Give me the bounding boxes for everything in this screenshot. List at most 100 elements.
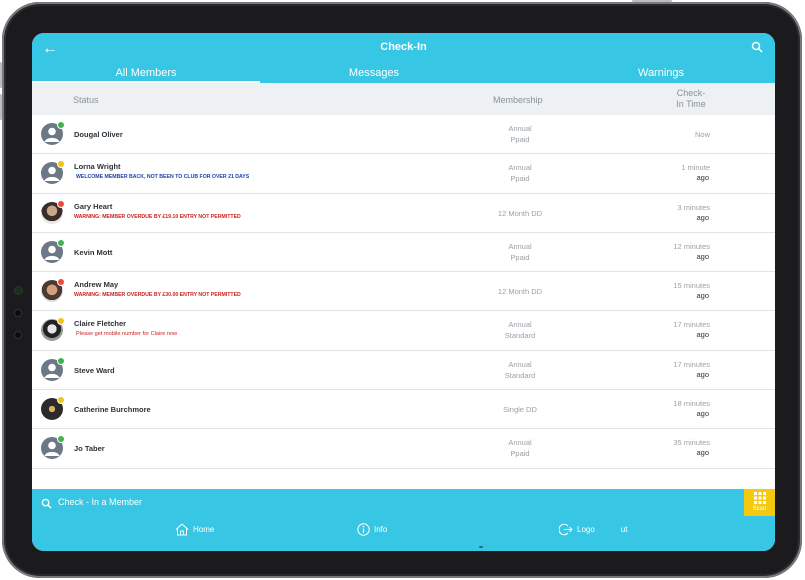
volume-button xyxy=(0,94,2,120)
membership-line1: Annual xyxy=(508,163,532,173)
membership-line2: Ppaid xyxy=(510,252,530,262)
avatar-photo xyxy=(41,396,65,421)
member-row[interactable]: Andrew May WARNING: MEMBER OVERDUE BY £30… xyxy=(32,272,775,312)
checkin-time: 17 minutes ago xyxy=(640,360,710,380)
checkin-time-value: 18 minutes xyxy=(673,399,710,409)
status-dot-pending xyxy=(57,160,65,169)
nav-logout-label-tail: ut xyxy=(620,525,628,534)
checkin-time-value: 15 minutes xyxy=(673,281,710,291)
member-warning-note: WARNING: MEMBER OVERDUE BY £19.10 ENTRY … xyxy=(74,213,241,220)
column-checkin-time-line2: In Time xyxy=(676,99,706,109)
status-dot-pending xyxy=(57,317,65,326)
member-name: Steve Ward xyxy=(74,365,115,375)
avatar-photo xyxy=(41,199,65,224)
home-indicator xyxy=(479,546,483,548)
checkin-time-value: 12 minutes xyxy=(673,241,710,251)
member-row[interactable]: Lorna Wright WELCOME MEMBER BACK, NOT BEE… xyxy=(32,154,775,194)
member-name: Andrew May xyxy=(74,280,119,290)
sensor-icon xyxy=(15,332,21,338)
nav-info[interactable]: Info xyxy=(357,523,387,536)
membership-line1: Single DD xyxy=(503,405,537,415)
member-row[interactable]: Claire Fletcher Please get mobile number … xyxy=(32,311,775,351)
member-row[interactable]: Steve Ward Annual Standard 17 minutes ago xyxy=(32,350,775,391)
membership-line2: Standard xyxy=(504,370,536,380)
member-name: Gary Heart xyxy=(74,201,113,211)
checkin-time: 35 minutes ago xyxy=(640,438,710,458)
status-dot-pending xyxy=(57,396,65,405)
avatar-default-icon xyxy=(41,121,65,145)
status-dot-alert xyxy=(57,278,65,287)
membership-type: Annual Standard xyxy=(472,319,568,341)
volume-button xyxy=(0,62,2,88)
membership-line2: Ppaid xyxy=(510,174,530,184)
checkin-time-value: 35 minutes xyxy=(673,438,710,448)
bottom-nav: Home Info Logo ut xyxy=(32,516,775,551)
member-info-note: WELCOME MEMBER BACK, NOT BEEN TO CLUB FO… xyxy=(76,174,250,181)
membership-line2: Standard xyxy=(504,331,536,341)
avatar-photo xyxy=(41,278,65,303)
status-dot-online xyxy=(57,121,65,129)
member-row[interactable]: Gary Heart WARNING: MEMBER OVERDUE BY £19… xyxy=(32,193,775,233)
avatar-default-icon xyxy=(41,160,65,185)
nav-info-label: Info xyxy=(374,525,388,534)
logout-icon xyxy=(559,523,573,536)
member-warning-note: Please get mobile number for Claire now xyxy=(76,331,178,338)
membership-type: Annual Ppaid xyxy=(472,123,568,145)
search-bar[interactable]: Check - In a Member Scan xyxy=(32,489,775,516)
checkin-time-value: Now xyxy=(694,130,710,139)
page-title: Check-In xyxy=(380,41,427,53)
nav-home[interactable]: Home xyxy=(175,523,214,536)
avatar-default-icon xyxy=(41,238,65,263)
member-row[interactable]: Kevin Mott Annual Ppaid 12 minutes ago xyxy=(32,232,775,273)
membership-type: 12 Month DD xyxy=(472,208,568,219)
membership-type: Single DD xyxy=(472,404,568,415)
checkin-time-suffix: ago xyxy=(696,291,709,301)
checkin-time: 15 minutes ago xyxy=(640,281,710,301)
search-icon[interactable] xyxy=(751,40,763,58)
avatar-default-icon xyxy=(41,356,65,381)
tab-warnings[interactable]: Warnings xyxy=(547,67,775,83)
search-input[interactable]: Check - In a Member xyxy=(58,497,142,507)
membership-line1: Annual xyxy=(508,438,532,448)
status-dot-online xyxy=(57,435,65,444)
member-name: Catherine Burchmore xyxy=(74,405,151,415)
checkin-time-value: 3 minutes xyxy=(677,202,710,212)
column-status: Status xyxy=(73,95,99,105)
checkin-time-suffix: ago xyxy=(696,448,709,458)
search-icon xyxy=(41,496,52,514)
nav-home-label: Home xyxy=(193,525,215,534)
checkin-time: 12 minutes ago xyxy=(640,242,710,262)
member-name: Lorna Wright xyxy=(74,162,121,172)
checkin-time-suffix: ago xyxy=(696,212,709,222)
status-dot-alert xyxy=(57,199,65,208)
member-row[interactable]: Catherine Burchmore Single DD 18 minutes ag… xyxy=(32,390,775,430)
avatar-default-icon xyxy=(41,435,65,460)
member-warning-note: WARNING: MEMBER OVERDUE BY £30.00 ENTRY … xyxy=(74,292,241,299)
membership-line2: Ppaid xyxy=(510,449,530,459)
nav-logout-label: Logo xyxy=(577,525,595,534)
camera-icon xyxy=(15,287,22,294)
member-row[interactable]: Jo Taber Annual Ppaid 35 minutes ago xyxy=(32,429,775,469)
column-checkin-time-line1: Check- xyxy=(676,88,706,98)
membership-type: Annual Ppaid xyxy=(472,437,568,459)
membership-type: Annual Ppaid xyxy=(472,241,568,263)
sensor-icon xyxy=(15,310,21,316)
app-screen: ← Check-In All Members Messages Warnings… xyxy=(32,33,775,551)
checkin-time-suffix: ago xyxy=(696,369,709,379)
nav-logout[interactable]: Logo ut xyxy=(559,523,627,536)
membership-line1: 12 Month DD xyxy=(497,287,543,297)
membership-line1: Annual xyxy=(508,359,532,369)
member-list: Dougal Oliver Annual Ppaid Now Lorna Wright W… xyxy=(32,115,775,469)
member-name: Claire Fletcher xyxy=(74,319,127,329)
member-row[interactable]: Dougal Oliver Annual Ppaid Now xyxy=(32,115,775,155)
checkin-time: 1 minute ago xyxy=(640,163,710,183)
tab-messages[interactable]: Messages xyxy=(260,67,488,83)
membership-type: 12 Month DD xyxy=(472,286,568,297)
table-header: Status Membership Check- In Time xyxy=(32,83,775,115)
membership-type: Annual Standard xyxy=(472,359,568,381)
member-name: Kevin Mott xyxy=(74,247,113,257)
scan-button[interactable]: Scan xyxy=(744,489,775,516)
info-icon xyxy=(357,523,370,536)
membership-type: Annual Ppaid xyxy=(472,162,568,184)
member-name: Jo Taber xyxy=(74,444,105,454)
